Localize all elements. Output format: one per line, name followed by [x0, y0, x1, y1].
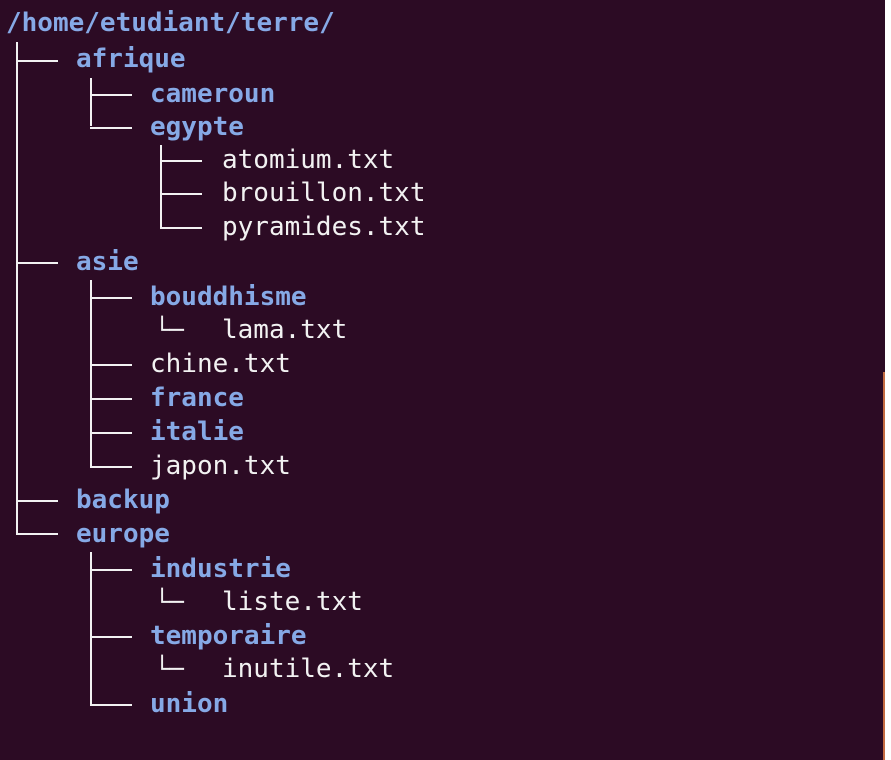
tree-guide-asie [90, 280, 92, 467]
file-japon: japon.txt [150, 451, 291, 481]
window-edge [885, 0, 891, 760]
tree-branch [160, 227, 202, 229]
directory-egypte: egypte [150, 112, 244, 142]
directory-tree: /home/etudiant/terre/ afrique cameroun e… [0, 0, 885, 760]
tree-corner-glyph: └─ [155, 316, 184, 344]
file-pyramides: pyramides.txt [222, 212, 426, 242]
file-chine: chine.txt [150, 349, 291, 379]
file-lama: lama.txt [222, 315, 348, 345]
tree-branch [90, 297, 132, 299]
tree-branch [90, 398, 132, 400]
file-brouillon: brouillon.txt [222, 178, 426, 208]
tree-branch [90, 466, 132, 468]
file-inutile: inutile.txt [222, 654, 395, 684]
directory-temporaire: temporaire [150, 621, 307, 651]
directory-union: union [150, 689, 229, 719]
tree-guide-root [16, 42, 18, 534]
directory-afrique: afrique [76, 44, 186, 74]
directory-bouddhisme: bouddhisme [150, 282, 307, 312]
tree-branch [16, 60, 58, 62]
directory-industrie: industrie [150, 554, 291, 584]
tree-branch [16, 533, 58, 535]
tree-corner-glyph: └─ [155, 655, 184, 683]
tree-branch [90, 364, 132, 366]
tree-corner-glyph: └─ [155, 588, 184, 616]
tree-branch [16, 262, 58, 264]
tree-branch [90, 94, 132, 96]
directory-italie: italie [150, 417, 244, 447]
tree-branch [90, 127, 132, 129]
terminal-window: /home/etudiant/terre/ afrique cameroun e… [0, 0, 885, 760]
tree-branch [160, 160, 202, 162]
tree-branch [90, 569, 132, 571]
file-liste: liste.txt [222, 587, 363, 617]
tree-guide-afrique [90, 78, 92, 126]
directory-france: france [150, 383, 244, 413]
tree-guide-europe [90, 552, 92, 705]
tree-branch [90, 432, 132, 434]
directory-asie: asie [76, 247, 139, 277]
tree-branch [90, 704, 132, 706]
directory-backup: backup [76, 485, 170, 515]
file-atomium: atomium.txt [222, 145, 395, 175]
tree-branch [160, 193, 202, 195]
directory-cameroun: cameroun [150, 79, 276, 109]
tree-guide-egypte [160, 145, 162, 229]
tree-branch [90, 636, 132, 638]
directory-europe: europe [76, 519, 170, 549]
tree-branch [16, 500, 58, 502]
root-path: /home/etudiant/terre/ [6, 8, 335, 38]
